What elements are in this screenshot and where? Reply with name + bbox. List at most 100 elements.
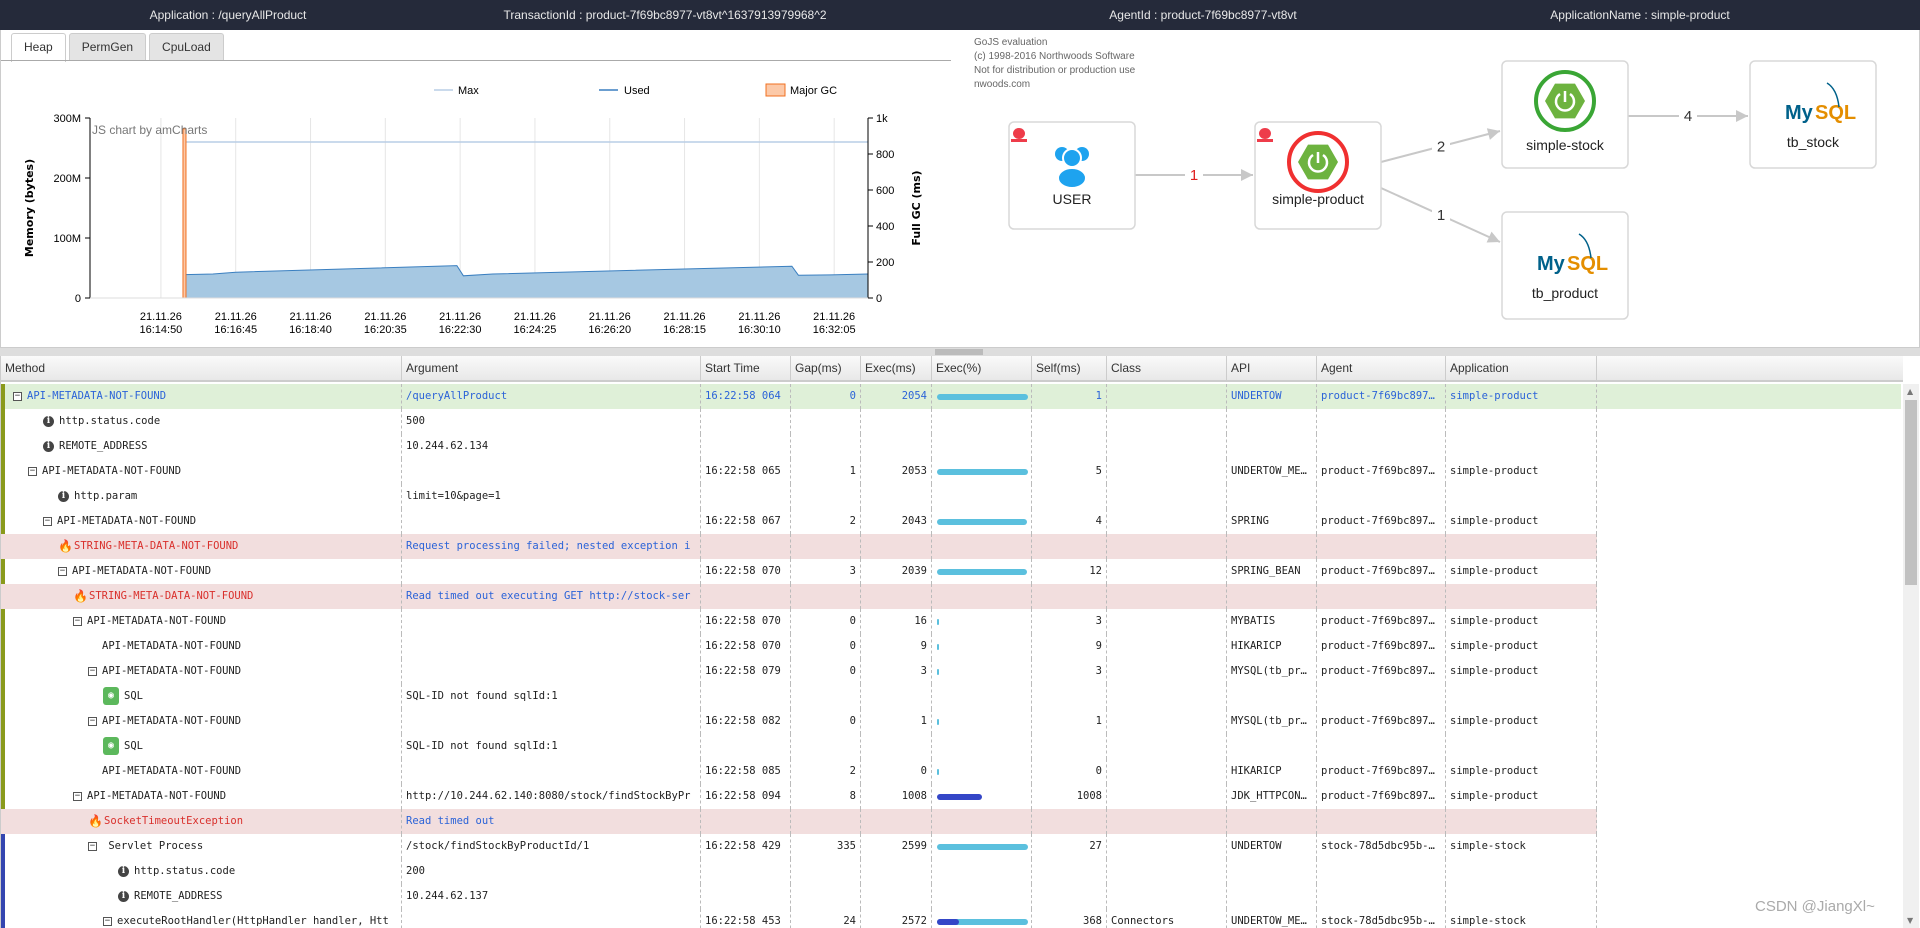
cell-class (1107, 884, 1227, 909)
cell-method: − API-METADATA-NOT-FOUND (1, 559, 402, 584)
table-row[interactable]: − API-METADATA-NOT-FOUND 16:22:58 082 0 1 1 MY… (1, 709, 1901, 734)
table-row[interactable]: − Servlet Process/stock/findStockByProdu… (1, 834, 1901, 859)
cell-start-time: 16:22:58 082 (701, 709, 791, 734)
gojs-line: (c) 1998-2016 Northwoods Software (974, 51, 1135, 62)
collapse-icon[interactable]: − (73, 616, 82, 626)
cell-self (1032, 884, 1107, 909)
cell-self (1032, 859, 1107, 884)
cell-self: 9 (1032, 634, 1107, 659)
cell-argument: 500 (402, 409, 701, 434)
exec-percent-bar (937, 919, 1028, 925)
column-header-self-ms[interactable]: Self(ms) (1032, 356, 1107, 380)
collapse-icon[interactable]: − (88, 666, 97, 676)
scroll-up-icon[interactable]: ▲ (1907, 387, 1913, 396)
node-label: tb_stock (1787, 134, 1840, 150)
power-icon (1554, 92, 1576, 112)
table-row[interactable]: i http.param limit=10&page=1 (1, 484, 1901, 509)
table-row[interactable]: i http.status.code 500 (1, 409, 1901, 434)
cell-agent: product-7f69bc897… (1317, 459, 1446, 484)
table-row[interactable]: i REMOTE_ADDRESS 10.244.62.134 (1, 434, 1901, 459)
collapse-icon[interactable]: − (43, 516, 52, 526)
x-tick-time: 16:24:25 (514, 324, 557, 336)
node-label: USER (1053, 191, 1092, 207)
collapse-icon[interactable]: − (28, 466, 37, 476)
cell-class (1107, 609, 1227, 634)
table-row[interactable]: 🔥STRING-META-DATA-NOT-FOUND Read timed ou… (1, 584, 1901, 609)
column-header-exec[interactable]: Exec(%) (932, 356, 1032, 380)
table-row[interactable]: − API-METADATA-NOT-FOUND 16:22:58 070 3 2039… (1, 559, 1901, 584)
cell-start-time: 16:22:58 064 (701, 384, 791, 409)
cell-start-time (701, 809, 791, 834)
table-row[interactable]: − API-METADATA-NOT-FOUND 16:22:58 067 2 2043… (1, 509, 1901, 534)
cell-agent: product-7f69bc897… (1317, 759, 1446, 784)
node-box (1501, 60, 1629, 169)
table-row[interactable]: − API-METADATA-NOT-FOUND 16:22:58 065 1 2053… (1, 459, 1901, 484)
table-row[interactable]: 🔥STRING-META-DATA-NOT-FOUND Request proce… (1, 534, 1901, 559)
splitter-grip[interactable] (935, 349, 983, 355)
alarm-icon (1259, 128, 1271, 139)
cell-class (1107, 859, 1227, 884)
cell-start-time (701, 484, 791, 509)
collapse-icon[interactable]: − (58, 566, 67, 576)
scrollbar-thumb[interactable] (1905, 400, 1917, 585)
exec-percent-bar (937, 519, 1028, 525)
table-row[interactable]: − API-METADATA-NOT-FOUND/queryAllProduct 1… (1, 384, 1901, 409)
table-row[interactable]: ◉ SQL SQL-ID not found sqlId:1 (1, 734, 1901, 759)
cell-exec (861, 484, 932, 509)
vertical-scrollbar[interactable]: ▲ ▼ (1903, 384, 1919, 928)
cell-application (1446, 434, 1597, 459)
cell-gap: 8 (791, 784, 861, 809)
table-row[interactable]: API-METADATA-NOT-FOUND 16:22:58 070 0 9 9 HIK… (1, 634, 1901, 659)
table-row[interactable]: API-METADATA-NOT-FOUND 16:22:58 085 2 0 0 HIK… (1, 759, 1901, 784)
collapse-icon[interactable]: − (13, 391, 22, 401)
column-header-gap-ms[interactable]: Gap(ms) (791, 356, 861, 380)
scroll-down-icon[interactable]: ▼ (1907, 916, 1913, 925)
spring-boot-icon (1545, 83, 1585, 119)
table-row[interactable]: − API-METADATA-NOT-FOUND 16:22:58 070 0 16 3 M… (1, 609, 1901, 634)
cell-agent: product-7f69bc897… (1317, 709, 1446, 734)
cell-method: API-METADATA-NOT-FOUND (1, 759, 402, 784)
column-header-method[interactable]: Method (1, 356, 402, 380)
cell-exec-percent (932, 684, 1032, 709)
cell-exec: 9 (861, 634, 932, 659)
table-row[interactable]: 🔥SocketTimeoutException Read timed out (1, 809, 1901, 834)
table-row[interactable]: − API-METADATA-NOT-FOUND http://10.244.62.… (1, 784, 1901, 809)
cell-exec: 16 (861, 609, 932, 634)
exec-percent-bar (937, 769, 939, 775)
table-row[interactable]: i http.status.code 200 (1, 859, 1901, 884)
cell-exec-percent (932, 809, 1032, 834)
cell-self (1032, 434, 1107, 459)
x-tick-date: 21.11.26 (364, 311, 406, 323)
table-row[interactable]: − API-METADATA-NOT-FOUND 16:22:58 079 0 3 3 MY… (1, 659, 1901, 684)
cell-class (1107, 559, 1227, 584)
column-header-exec-ms[interactable]: Exec(ms) (861, 356, 932, 380)
panel-splitter[interactable] (0, 348, 1920, 356)
table-row[interactable]: − executeRootHandler(HttpHandler handler,… (1, 909, 1901, 928)
cell-method: − API-METADATA-NOT-FOUND (1, 709, 402, 734)
cell-exec-percent (932, 909, 1032, 928)
cell-application: simple-product (1446, 559, 1597, 584)
table-row[interactable]: i REMOTE_ADDRESS 10.244.62.137 (1, 884, 1901, 909)
cell-class (1107, 659, 1227, 684)
cell-api (1227, 434, 1317, 459)
info-icon: i (118, 865, 129, 877)
column-header-argument[interactable]: Argument (402, 356, 701, 380)
cell-api: UNDERTOW (1227, 834, 1317, 859)
cell-exec: 1008 (861, 784, 932, 809)
collapse-icon[interactable]: − (103, 916, 112, 926)
table-row[interactable]: ◉ SQL SQL-ID not found sqlId:1 (1, 684, 1901, 709)
column-header-application[interactable]: Application (1446, 356, 1597, 380)
column-header-agent[interactable]: Agent (1317, 356, 1446, 380)
cell-start-time: 16:22:58 453 (701, 909, 791, 928)
cell-gap: 2 (791, 509, 861, 534)
cell-class (1107, 534, 1227, 559)
column-header-start-time[interactable]: Start Time (701, 356, 791, 380)
column-header-class[interactable]: Class (1107, 356, 1227, 380)
collapse-icon[interactable]: − (73, 791, 82, 801)
method-name: executeRootHandler(HttpHandler handler, … (117, 915, 389, 927)
collapse-icon[interactable]: − (88, 841, 97, 851)
collapse-icon[interactable]: − (88, 716, 97, 726)
column-header-api[interactable]: API (1227, 356, 1317, 380)
x-tick-label: 21.11.26 16:30:10 (738, 311, 781, 336)
node-label: tb_product (1532, 285, 1598, 301)
